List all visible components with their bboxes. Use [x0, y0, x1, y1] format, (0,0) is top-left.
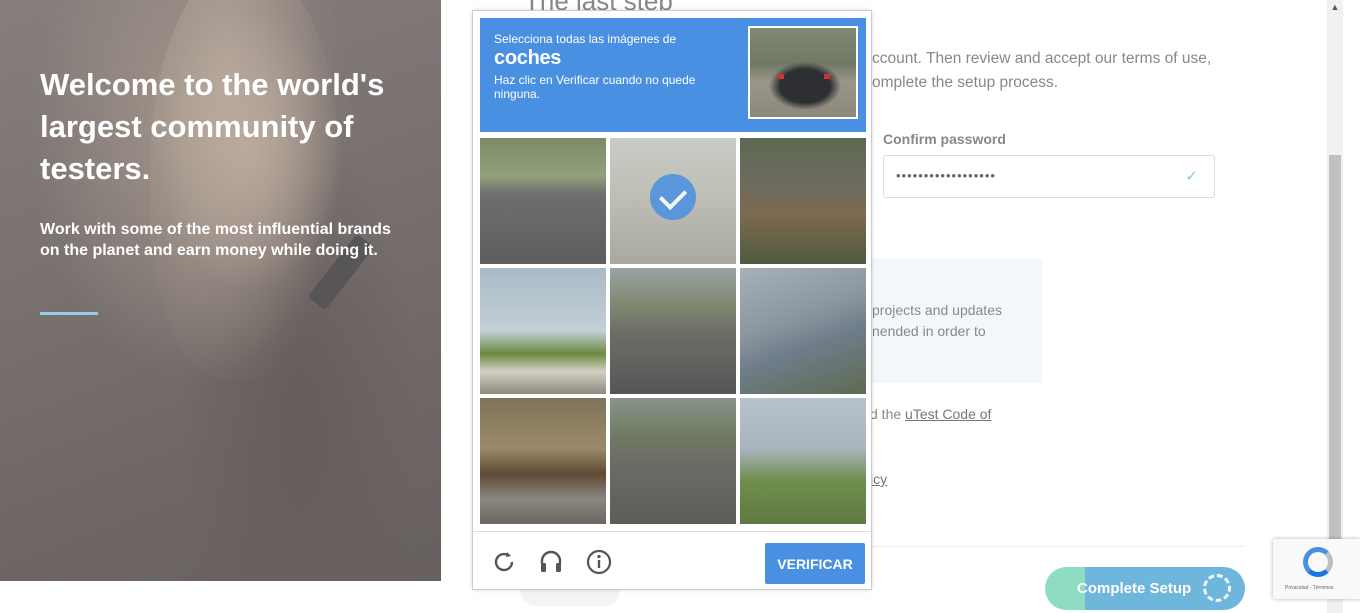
code-of-conduct-line: d the uTest Code of	[870, 406, 991, 422]
captcha-tile[interactable]	[740, 268, 866, 394]
code-of-conduct-link[interactable]: uTest Code of	[905, 406, 991, 422]
code-prefix: d the	[870, 406, 906, 422]
captcha-tile[interactable]	[480, 268, 606, 394]
info-line: projects and updates	[872, 302, 1002, 318]
verify-button[interactable]: VERIFICAR	[765, 543, 865, 584]
scroll-up-arrow-icon[interactable]: ▲	[1328, 2, 1342, 16]
captcha-tile[interactable]	[740, 138, 866, 264]
loading-spinner-icon	[1203, 574, 1231, 602]
captcha-footer: VERIFICAR	[473, 531, 871, 589]
captcha-tile-selected[interactable]	[610, 138, 736, 264]
hero-title: Welcome to the world's largest community…	[40, 67, 385, 186]
captcha-tile[interactable]	[740, 398, 866, 524]
recaptcha-terms[interactable]: Privacidad - Términos	[1285, 585, 1334, 591]
captcha-tile[interactable]	[480, 138, 606, 264]
captcha-challenge: Selecciona todas las imágenes de coches …	[472, 10, 872, 590]
selected-check-icon	[650, 174, 696, 220]
captcha-instruction: Selecciona todas las imágenes de	[494, 32, 677, 46]
form-intro-line: ccount. Then review and accept our terms…	[872, 50, 1212, 67]
hero-accent-rule	[40, 312, 98, 315]
complete-setup-label: Complete Setup	[1077, 580, 1192, 597]
confirm-password-value: ••••••••••••••••••	[896, 168, 996, 183]
privacy-policy-link[interactable]: icy	[870, 471, 887, 487]
hero-subtitle: Work with some of the most influential b…	[40, 221, 391, 259]
form-intro: ccount. Then review and accept our terms…	[872, 47, 1232, 95]
check-icon: ✓	[1185, 168, 1198, 185]
form-intro-line: omplete the setup process.	[872, 74, 1059, 91]
audio-icon[interactable]	[538, 549, 564, 575]
sample-taillight	[778, 74, 784, 79]
captcha-tile[interactable]	[480, 398, 606, 524]
captcha-tile[interactable]	[610, 268, 736, 394]
captcha-sample-image	[748, 26, 858, 119]
hero-panel: Welcome to the world's largest community…	[0, 0, 441, 581]
complete-setup-button[interactable]: Complete Setup	[1045, 567, 1245, 610]
reload-icon[interactable]	[491, 549, 517, 575]
recaptcha-logo-icon	[1303, 547, 1333, 577]
info-line: nended in order to	[872, 323, 986, 339]
captcha-header: Selecciona todas las imágenes de coches …	[480, 18, 866, 132]
info-icon[interactable]	[586, 549, 612, 575]
captcha-hint: Haz clic en Verificar cuando no quede ni…	[494, 73, 696, 101]
scrollbar-thumb[interactable]	[1329, 155, 1341, 540]
confirm-password-field[interactable]: •••••••••••••••••• ✓	[883, 155, 1215, 198]
recaptcha-badge[interactable]: Privacidad - Términos	[1273, 539, 1360, 599]
captcha-tile[interactable]	[610, 398, 736, 524]
confirm-password-label: Confirm password	[883, 131, 1006, 147]
sample-taillight	[824, 74, 830, 79]
notification-info-text: projects and updates nended in order to	[872, 300, 1032, 342]
captcha-target: coches	[494, 47, 562, 69]
